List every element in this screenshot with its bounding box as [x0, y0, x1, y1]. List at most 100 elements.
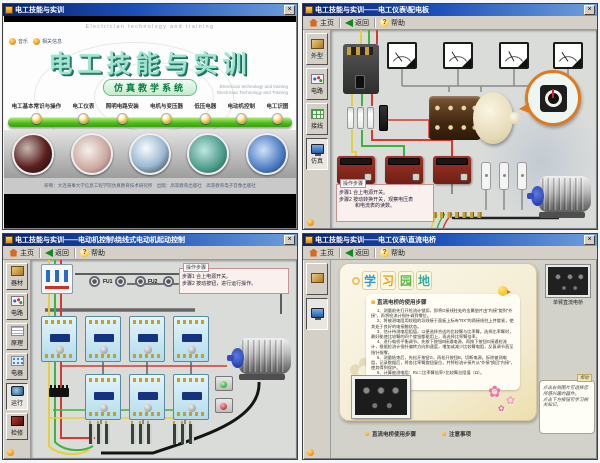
operation-steps: 操作步骤 步骤1 合上电源开关。 步骤2 按动转换开关，观察电压表 和电流表的读…	[336, 184, 434, 222]
music-button[interactable]	[307, 219, 314, 226]
link-precautions[interactable]: 注意事项	[442, 430, 471, 438]
sidebar-item-equipment[interactable]: 器材	[6, 263, 28, 290]
menu-orb-icon[interactable]	[236, 113, 247, 124]
toolbar: 主页 返回 ?帮助	[3, 246, 297, 260]
credits: 研制：大连海事大学信息工程学院仿真教育技术研究所 出版：高等教育出版社 高等教育…	[4, 178, 296, 194]
titlebar[interactable]: 电工技能与实训——电动机控制\绕线式电动机起动控制 ×	[3, 234, 297, 246]
photo-components	[246, 133, 288, 175]
rotary-switch[interactable]	[429, 92, 519, 144]
sidebar-item-appearance[interactable]: 外型	[306, 33, 328, 65]
sidebar-item-circuit[interactable]: 电路	[6, 293, 28, 320]
contactor-screw	[56, 346, 64, 354]
menu-item-drawings[interactable]: 电工识图	[266, 102, 288, 124]
menu-orb-icon[interactable]	[31, 113, 42, 124]
contactor-terminals	[45, 320, 75, 324]
home-icon	[9, 249, 18, 257]
back-button[interactable]: 返回	[342, 17, 372, 29]
device-thumbnail[interactable]: 单臂直流电桥	[543, 265, 593, 306]
menu-item-motor-control[interactable]: 电动机控制	[228, 102, 256, 124]
start-button[interactable]	[220, 381, 227, 388]
titlebar[interactable]: 电工技能与实训——电工仪表\配电板 ×	[303, 4, 597, 16]
home-button[interactable]: 主页	[306, 17, 337, 29]
toolbar-separator	[374, 248, 375, 258]
back-button[interactable]: 返回	[342, 247, 372, 259]
help-button[interactable]: ?帮助	[377, 17, 408, 29]
sidebar-item-simulation[interactable]: 仿真	[306, 138, 328, 170]
learning-card: ✿ ✿ 学 习 园 地 直流电桥的使用步骤 1、测量前先打开检流计锁扣，即将G接…	[339, 263, 537, 421]
sidebar-item-wiring[interactable]: 接线	[306, 103, 328, 135]
menu-orb-icon[interactable]	[161, 113, 172, 124]
menu-item-motors-transformers[interactable]: 电机与变压器	[150, 102, 183, 124]
motor-image	[529, 174, 593, 218]
circuit-breaker[interactable]	[343, 44, 379, 94]
sidebar-item-repair[interactable]: 检修	[6, 413, 28, 440]
menu-orb-icon[interactable]	[200, 113, 211, 124]
menu-item-instruments[interactable]: 电工仪表	[72, 102, 94, 124]
contactor-label	[94, 392, 114, 400]
window-title: 电工技能与实训——电动机控制\绕线式电动机起动控制	[15, 235, 282, 245]
menu-item-lv-apparatus[interactable]: 低压电器	[194, 102, 216, 124]
breaker-terminals	[347, 47, 373, 55]
pushbutton-station[interactable]	[215, 398, 233, 413]
fuse-link	[499, 162, 509, 190]
close-icon[interactable]: ×	[584, 235, 595, 245]
menu-orb-icon[interactable]	[272, 113, 283, 124]
rotary-shaft	[509, 112, 520, 124]
stop-button[interactable]	[220, 403, 227, 410]
contactor-screw	[144, 346, 152, 354]
contactor-label	[182, 392, 202, 400]
bridge-thumb-image[interactable]	[546, 265, 590, 297]
photo-device	[129, 133, 171, 175]
home-button[interactable]: 主页	[306, 247, 337, 259]
steps-title: 操作步骤	[340, 179, 366, 188]
circuit-breaker[interactable]	[41, 264, 73, 294]
toolbar-separator	[339, 18, 340, 28]
help-button[interactable]: ?帮助	[77, 247, 108, 259]
menu-item-basics[interactable]: 电工基本常识与操作	[12, 102, 62, 124]
fuse	[367, 107, 374, 129]
hint-box: 帮助 点击右侧图片可选择您所感兴趣的器件。 点击下方按钮可学习相关知识。	[539, 380, 595, 434]
window-motor-control: 电工技能与实训——电动机控制\绕线式电动机起动控制 × 主页 返回 ?帮助 器材…	[2, 233, 298, 460]
switch-knob-icon[interactable]	[540, 85, 567, 112]
sidebar-item-appearance[interactable]	[306, 263, 328, 295]
sidebar-item-circuit[interactable]: 电路	[306, 68, 328, 100]
tagline-right: Electrician technology and training Elec…	[184, 84, 288, 96]
ct-window	[388, 158, 420, 165]
fuse	[89, 276, 100, 287]
monitor-icon	[311, 308, 324, 318]
steps-title: 操作步骤	[183, 263, 209, 272]
bridge-photo	[352, 376, 410, 418]
sidebar	[304, 260, 331, 458]
contactor-terminals	[133, 412, 163, 416]
fuse-label: FU2	[148, 279, 157, 285]
sidebar-item-simulation[interactable]	[306, 298, 328, 330]
help-button[interactable]: ?帮助	[377, 247, 408, 259]
close-icon[interactable]: ×	[284, 5, 295, 15]
splash-content: Electrician technology and training 音乐 相…	[4, 22, 296, 194]
toolbar-separator	[374, 18, 375, 28]
close-icon[interactable]: ×	[584, 5, 595, 15]
contactor-terminals	[89, 378, 119, 382]
back-button[interactable]: 返回	[42, 247, 72, 259]
menu-orb-icon[interactable]	[117, 113, 128, 124]
sidebar-item-principle[interactable]: 原理	[6, 323, 28, 350]
close-icon[interactable]: ×	[284, 235, 295, 245]
home-button[interactable]: 主页	[6, 247, 37, 259]
titlebar[interactable]: 电工技能与实训 ×	[3, 4, 297, 16]
breaker-handle[interactable]	[355, 75, 365, 89]
sidebar: 器材 电路 原理 电器 运行 检修	[4, 260, 31, 458]
fuse-link	[481, 162, 491, 190]
menu-item-lighting[interactable]: 照明电路安装	[106, 102, 139, 124]
panel-meter	[553, 42, 583, 69]
contactor-terminals	[177, 354, 207, 358]
motor-ribs	[242, 340, 286, 372]
menu-orb-icon[interactable]	[78, 113, 89, 124]
music-button[interactable]	[307, 449, 314, 456]
motor-base	[239, 374, 285, 380]
sidebar-item-run[interactable]: 运行	[6, 383, 28, 410]
sidebar-item-apparatus[interactable]: 电器	[6, 353, 28, 380]
titlebar[interactable]: 电工技能与实训——电工仪表\直流电桥 ×	[303, 234, 597, 246]
link-usage-steps[interactable]: 直流电桥使用步骤	[365, 430, 416, 438]
music-button[interactable]	[7, 449, 14, 456]
motor-shaft	[227, 355, 234, 361]
